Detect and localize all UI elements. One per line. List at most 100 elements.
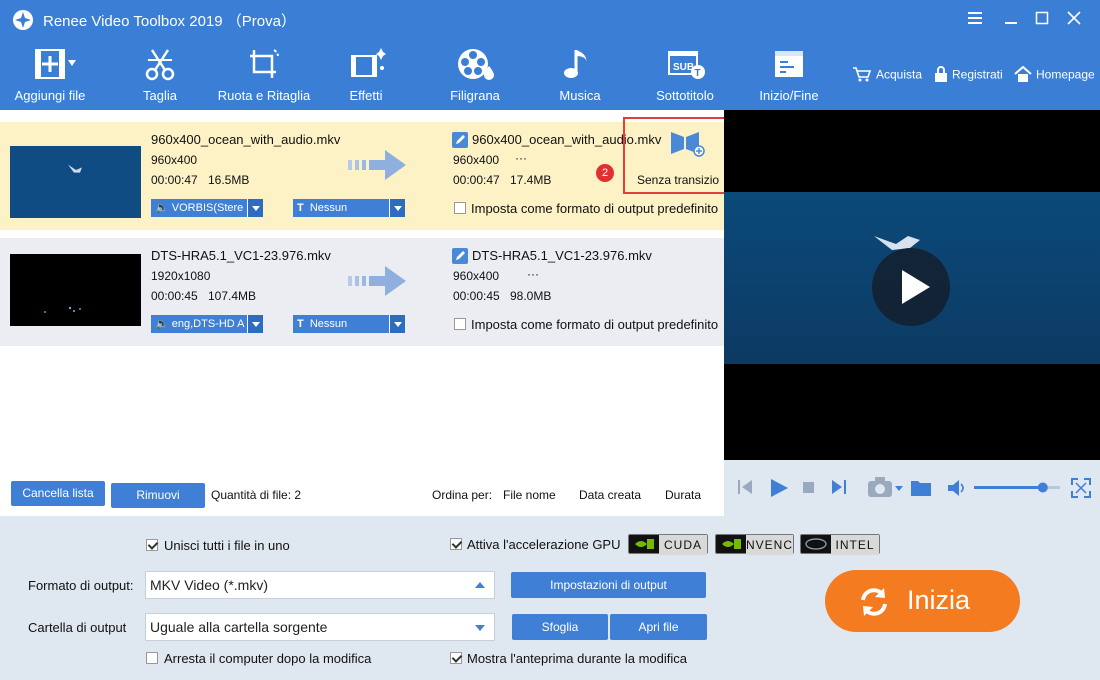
tool-label-subtitle: Sottotitolo	[656, 88, 714, 103]
maximize-icon[interactable]	[1035, 11, 1049, 25]
show-preview-checkbox[interactable]	[450, 652, 462, 664]
output-folder-value: Uguale alla cartella sorgente	[150, 619, 328, 635]
source-file-name: DTS-HRA5.1_VC1-23.976.mkv	[151, 248, 331, 263]
intro-outro-button[interactable]: Inizio/Fine	[748, 38, 830, 110]
rotate-crop-button[interactable]: Ruota e Ritaglia	[214, 38, 314, 110]
convert-arrow-icon	[348, 150, 406, 180]
homepage-label: Homepage	[1036, 67, 1095, 82]
main-toolbar: Aggiungi file Taglia Ruota e Ritaglia Ef…	[0, 38, 1100, 110]
speaker-icon: 🔈	[155, 318, 169, 330]
start-button[interactable]: Inizia	[825, 570, 1020, 632]
subtitle-track-value: Nessun	[309, 318, 348, 330]
output-file-name: DTS-HRA5.1_VC1-23.976.mkv	[472, 248, 652, 263]
gpu-acceleration-label: Attiva l'accelerazione GPU	[467, 537, 621, 552]
cart-icon	[852, 66, 872, 85]
volume-icon[interactable]	[947, 479, 967, 497]
subtitle-button[interactable]: SUB T Sottotitolo	[645, 38, 725, 110]
effects-button[interactable]: Effetti	[326, 38, 406, 110]
volume-slider[interactable]	[974, 480, 1060, 494]
merge-files-checkbox[interactable]	[146, 539, 158, 551]
play-control-icon[interactable]	[768, 477, 790, 499]
skip-forward-icon[interactable]	[831, 478, 847, 496]
svg-text:SUB: SUB	[673, 62, 694, 73]
volume-slider-knob[interactable]	[1037, 482, 1048, 493]
output-settings-button[interactable]: Impostazioni di output	[511, 572, 706, 598]
close-icon[interactable]	[1067, 11, 1081, 25]
homepage-link[interactable]: Homepage	[1014, 65, 1095, 85]
watermark-button[interactable]: Filigrana	[435, 38, 515, 110]
subtitle-icon: SUBT	[668, 51, 705, 79]
chevron-down-icon	[475, 625, 485, 631]
tool-label-intro-outro: Inizio/Fine	[759, 88, 819, 103]
scissors-icon	[145, 49, 175, 81]
output-folder-select[interactable]: Uguale alla cartella sorgente	[145, 613, 495, 641]
folder-icon[interactable]	[910, 477, 932, 497]
browse-button[interactable]: Sfoglia	[512, 614, 608, 640]
default-format-checkbox[interactable]	[454, 318, 466, 330]
sort-label: Ordina per:	[432, 488, 493, 502]
menu-icon[interactable]	[967, 11, 983, 25]
snapshot-camera-icon[interactable]	[867, 476, 905, 498]
watermark-icon	[458, 49, 494, 80]
sort-by-name[interactable]: File nome	[503, 488, 556, 502]
file-row[interactable]: DTS-HRA5.1_VC1-23.976.mkv 1920x1080 00:0…	[0, 238, 724, 346]
add-file-button[interactable]: Aggiungi file	[10, 38, 90, 110]
text-t-icon: T	[297, 202, 304, 214]
buy-link[interactable]: Acquista	[852, 66, 922, 85]
register-link[interactable]: Registrati	[934, 66, 1003, 85]
title-bar: Renee Video Toolbox 2019 （Prova）	[0, 0, 1100, 38]
chevron-down-icon	[247, 315, 263, 333]
lock-icon	[934, 66, 948, 85]
shutdown-checkbox[interactable]	[146, 652, 158, 664]
sort-by-duration[interactable]: Durata	[665, 488, 701, 502]
crop-rotate-icon	[250, 49, 279, 78]
output-resolution: 960x400	[453, 153, 500, 167]
svg-text:T: T	[695, 68, 701, 79]
video-thumbnail[interactable]	[10, 254, 141, 326]
sort-by-date[interactable]: Data creata	[579, 488, 641, 502]
skip-back-icon[interactable]	[737, 478, 753, 496]
subtitle-track-select[interactable]: T Nessun	[293, 199, 405, 217]
nvenc-badge: NVENC	[715, 534, 794, 555]
show-preview-label: Mostra l'anteprima durante la modifica	[467, 651, 687, 666]
buy-label: Acquista	[876, 67, 923, 82]
gpu-acceleration-checkbox[interactable]	[450, 538, 462, 550]
cuda-label: CUDA	[659, 535, 707, 555]
film-plus-icon	[35, 49, 76, 79]
file-row[interactable]: 960x400_ocean_with_audio.mkv 960x400 00:…	[0, 122, 724, 230]
source-file-name: 960x400_ocean_with_audio.mkv	[151, 132, 341, 147]
video-preview[interactable]	[724, 110, 1100, 460]
register-label: Registrati	[952, 67, 1003, 82]
volume-slider-fill	[974, 486, 1043, 489]
cuda-badge: CUDA	[628, 534, 708, 555]
fullscreen-icon[interactable]	[1070, 477, 1092, 499]
remove-button[interactable]: Rimuovi	[111, 483, 205, 508]
source-size: 107.4MB	[208, 289, 257, 303]
default-format-checkbox[interactable]	[454, 202, 466, 214]
play-overlay-button[interactable]	[872, 248, 950, 326]
app-logo-icon	[13, 10, 33, 30]
output-more-dots[interactable]: ···	[527, 267, 539, 281]
audio-track-select[interactable]: 🔈 VORBIS(Stere	[151, 199, 263, 217]
cut-button[interactable]: Taglia	[120, 38, 200, 110]
intel-label: INTEL	[831, 535, 879, 555]
output-duration: 00:00:45	[453, 289, 500, 303]
output-format-select[interactable]: MKV Video (*.mkv)	[145, 571, 495, 599]
chevron-down-icon	[247, 199, 263, 217]
output-more-dots[interactable]: ···	[515, 151, 527, 165]
edit-output-icon[interactable]	[452, 132, 468, 148]
edit-output-icon[interactable]	[452, 248, 468, 264]
audio-track-value: VORBIS(Stere	[171, 202, 244, 214]
subtitle-track-select[interactable]: T Nessun	[293, 315, 405, 333]
music-button[interactable]: Musica	[540, 38, 620, 110]
video-thumbnail[interactable]	[10, 146, 141, 218]
audio-track-select[interactable]: 🔈 eng,DTS-HD A	[151, 315, 263, 333]
minimize-icon[interactable]	[1004, 11, 1018, 25]
speaker-icon: 🔈	[155, 202, 169, 214]
list-action-bar: Cancella lista Rimuovi Quantità di file:…	[0, 474, 724, 516]
intro-outro-icon	[775, 51, 803, 77]
clear-list-button[interactable]: Cancella lista	[11, 481, 105, 506]
output-size: 17.4MB	[510, 173, 552, 187]
stop-icon[interactable]	[802, 481, 816, 495]
open-file-button[interactable]: Apri file	[610, 614, 707, 640]
